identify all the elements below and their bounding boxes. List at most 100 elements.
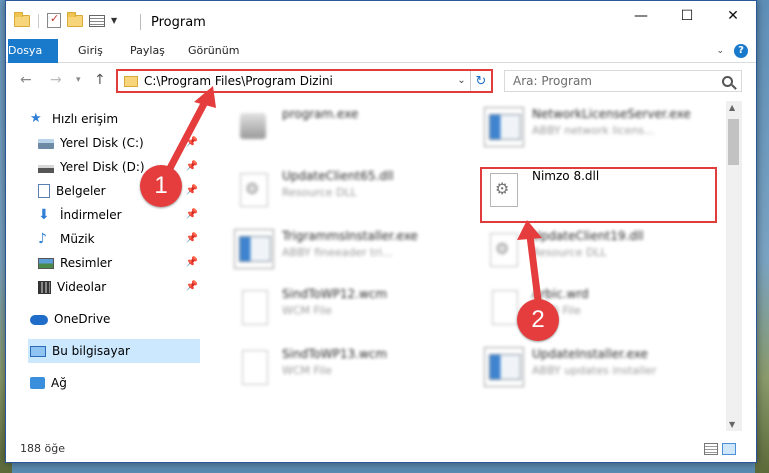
view-options-icon[interactable] [89,14,105,27]
target-file-highlight [480,167,717,223]
sidebar-item-downloads[interactable]: ⬇ İndirmeler 📌 [38,203,202,227]
close-icon: ✕ [727,8,739,24]
downloads-icon: ⬇ [38,207,50,223]
up-arrow-icon[interactable]: ↑ [94,72,106,88]
maximize-button[interactable]: ☐ [664,1,710,31]
network-icon [30,377,45,389]
tab-view[interactable]: Görünüm [178,39,249,63]
file-item[interactable]: UpdateInstaller.exe ABBY updates install… [484,347,656,387]
videos-icon [38,280,51,294]
desktop-background-right [755,0,769,473]
file-item[interactable]: NetworkLicenseServer.exe ABBY network li… [484,107,691,147]
sidebar-item-label: OneDrive [54,312,111,326]
file-name: SindToWP12.wcm [282,287,388,301]
file-list: program.exe NetworkLicenseServer.exe ABB… [212,101,738,431]
file-item[interactable]: TrigrammsInstaller.exe ABBY fineeader tr… [234,229,418,269]
pin-icon[interactable]: 📌 [186,281,198,292]
scroll-down-icon[interactable]: ▼ [729,420,735,429]
sidebar-item-pictures[interactable]: Resimler 📌 [38,251,202,275]
file-item[interactable]: UpdateClient65.dll Resource DLL [234,169,394,209]
ribbon-controls: ⌄ ? [716,44,748,58]
sidebar-item-label: Yerel Disk (C:) [60,136,144,150]
file-item[interactable]: program.exe [234,107,358,147]
search-icon[interactable] [722,75,733,87]
sidebar-item-music[interactable]: ♪ Müzik 📌 [38,227,202,251]
properties-icon[interactable] [47,12,61,28]
minimize-button[interactable]: — [618,1,664,31]
address-folder-icon [124,75,138,87]
pin-icon[interactable]: 📌 [186,233,198,244]
tab-file[interactable]: Dosya [8,39,58,63]
quick-access-toolbar: ▼ [14,11,117,28]
ribbon-tabs: Dosya Giriş Paylaş Görünüm ⌄ ? [6,39,756,63]
computer-icon [30,345,46,357]
close-button[interactable]: ✕ [710,1,756,31]
sidebar-item-network[interactable]: Ağ [30,371,202,395]
music-icon: ♪ [38,231,47,247]
sidebar-item-label: Müzik [60,232,95,246]
forward-arrow-icon[interactable]: → [50,72,62,88]
sidebar-item-videos[interactable]: Videolar 📌 [38,275,202,299]
file-name: NetworkLicenseServer.exe [532,107,691,121]
generic-file-icon [234,287,274,327]
pin-icon[interactable]: 📌 [186,185,198,196]
pictures-icon [38,257,54,269]
item-count: 188 öğe [20,442,65,455]
application-icon [234,229,274,269]
tab-home[interactable]: Giriş [68,39,113,63]
toolbar-divider [38,13,39,28]
file-item[interactable]: SindToWP12.wcm WCM File [234,287,387,327]
refresh-icon[interactable]: ↻ [471,74,491,89]
title-bar: ▼ Program — ☐ ✕ [6,1,756,39]
new-folder-icon[interactable] [67,11,83,27]
sidebar-item-this-pc[interactable]: Bu bilgisayar [28,339,200,363]
pin-icon[interactable]: 📌 [186,137,198,148]
maximize-icon: ☐ [680,8,694,24]
address-path[interactable]: C:\Program Files\Program Dizini [144,74,453,88]
recent-locations-chevron-icon[interactable]: ▾ [76,75,81,85]
disk-c-icon [38,139,54,149]
search-placeholder: Ara: Program [513,74,592,88]
generic-file-icon [234,347,274,387]
sidebar-item-label: Videolar [57,280,107,294]
address-history-chevron-icon[interactable]: ⌄ [453,71,471,91]
sidebar-item-label: Hızlı erişim [52,112,119,126]
address-bar[interactable]: C:\Program Files\Program Dizini ⌄ ↻ [116,69,493,93]
vertical-scrollbar[interactable]: ▲ ▼ [726,101,742,431]
tiles-view-icon[interactable] [722,443,736,455]
pin-icon[interactable]: 📌 [186,209,198,220]
window-controls: — ☐ ✕ [618,1,756,31]
application-icon [484,107,524,147]
pin-icon[interactable]: 📌 [186,161,198,172]
expand-ribbon-icon[interactable]: ⌄ [716,46,724,56]
documents-icon [38,184,50,198]
file-description: ABBY network licens... [532,124,655,137]
sidebar-item-disk-c[interactable]: Yerel Disk (C:) 📌 [38,131,202,155]
navigation-pane: ★ Hızlı erişim Yerel Disk (C:) 📌 Yerel D… [6,101,206,451]
title-divider [140,14,141,30]
file-name: UpdateInstaller.exe [532,347,648,361]
sidebar-item-label: Resimler [60,256,113,270]
application-icon [484,347,524,387]
help-icon[interactable]: ? [734,44,748,58]
window-title: Program [151,15,206,30]
view-switcher [704,443,736,455]
step-2-badge: 2 [517,299,559,341]
details-view-icon[interactable] [704,443,718,455]
back-arrow-icon[interactable]: ← [20,72,32,88]
search-box[interactable]: Ara: Program [504,70,742,92]
pin-icon[interactable]: 📌 [186,257,198,268]
customize-dropdown-icon[interactable]: ▼ [111,16,117,25]
file-item[interactable]: SindToWP13.wcm WCM File [234,347,387,387]
folder-icon[interactable] [14,11,30,27]
scroll-up-icon[interactable]: ▲ [729,103,735,112]
navigation-bar: ← → ▾ ↑ C:\Program Files\Program Dizini … [6,63,756,99]
sidebar-item-onedrive[interactable]: OneDrive [30,307,202,331]
sidebar-item-label: Belgeler [56,184,106,198]
file-description: ABBY fineeader tri... [282,246,393,259]
scroll-thumb[interactable] [728,119,739,165]
sidebar-item-label: İndirmeler [60,208,122,222]
sidebar-item-quick-access[interactable]: ★ Hızlı erişim [30,107,202,131]
tab-share[interactable]: Paylaş [120,39,175,63]
file-item[interactable]: UpdateClient19.dll Resource DLL [484,229,644,269]
